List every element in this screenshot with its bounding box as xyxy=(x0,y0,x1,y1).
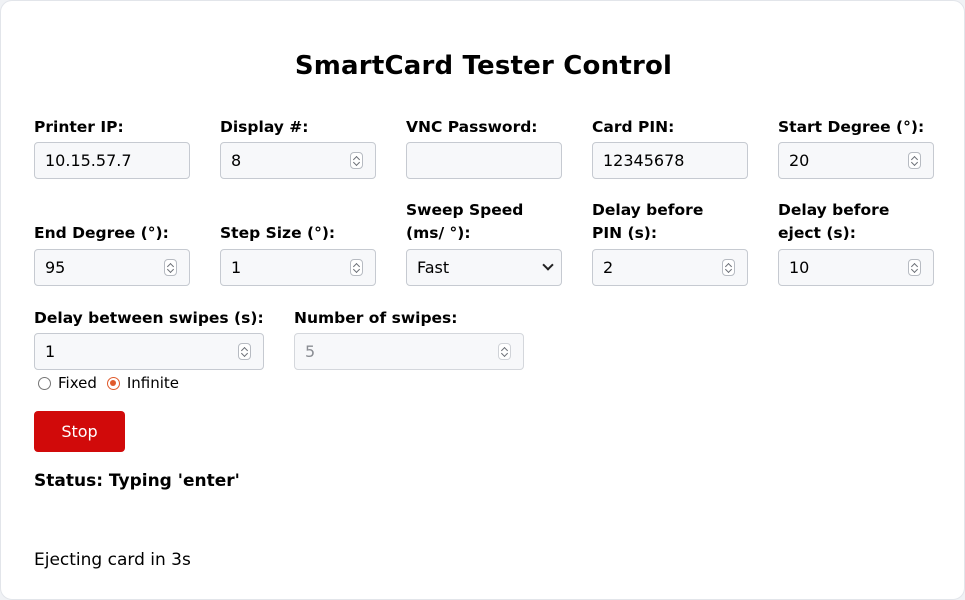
display-number-value: 8 xyxy=(231,151,242,170)
card-pin-label: Card PIN: xyxy=(592,118,675,136)
start-degree-label: Start Degree (°): xyxy=(778,118,925,136)
sweep-speed-label: Sweep Speed (ms/ °): xyxy=(406,201,524,242)
delay-before-pin-input[interactable]: 2 xyxy=(592,249,748,286)
page-title: SmartCard Tester Control xyxy=(294,51,673,81)
step-size-input[interactable]: 1 xyxy=(220,249,376,286)
card-pin-input[interactable]: 12345678 xyxy=(592,142,748,179)
printer-ip-input[interactable]: 10.15.57.7 xyxy=(34,142,190,179)
printer-ip-value: 10.15.57.7 xyxy=(45,151,132,170)
spinner-icon[interactable] xyxy=(908,259,921,276)
number-of-swipes-label-wrap: Number of swipes: xyxy=(294,304,524,330)
radio-fixed-label[interactable]: Fixed xyxy=(58,374,97,392)
chevron-down-icon xyxy=(542,259,554,271)
spinner-icon[interactable] xyxy=(350,259,363,276)
delay-between-swipes-label-wrap: Delay between swipes (s): xyxy=(34,304,274,330)
sweep-speed-label-wrap: Sweep Speed (ms/ °): xyxy=(406,197,562,245)
delay-before-eject-label-wrap: Delay before eject (s): xyxy=(778,197,898,245)
step-size-value: 1 xyxy=(231,258,242,277)
step-size-label-wrap: Step Size (°): xyxy=(220,197,376,245)
spinner-icon[interactable] xyxy=(164,259,177,276)
display-label: Display #: xyxy=(220,118,309,136)
vnc-password-label: VNC Password: xyxy=(406,118,538,136)
start-degree-label-wrap: Start Degree (°): xyxy=(778,113,934,139)
number-of-swipes-value: 5 xyxy=(305,342,316,361)
card-pin-value: 12345678 xyxy=(603,151,685,170)
spinner-icon[interactable] xyxy=(350,152,363,169)
printer-ip-label: Printer IP: xyxy=(34,118,124,136)
vnc-password-label-wrap: VNC Password: xyxy=(406,113,562,139)
vnc-password-input[interactable] xyxy=(406,142,562,179)
spinner-icon[interactable] xyxy=(498,343,511,360)
sweep-speed-select[interactable]: Fast xyxy=(406,249,562,286)
spinner-icon[interactable] xyxy=(722,259,735,276)
sweep-speed-value: Fast xyxy=(417,258,450,277)
spinner-icon[interactable] xyxy=(238,343,251,360)
delay-between-swipes-label: Delay between swipes (s): xyxy=(34,309,264,327)
printer-ip-label-wrap: Printer IP: xyxy=(34,113,190,139)
delay-before-eject-label: Delay before eject (s): xyxy=(778,201,890,242)
delay-before-eject-value: 10 xyxy=(789,258,810,277)
radio-infinite[interactable] xyxy=(106,376,120,390)
end-degree-value: 95 xyxy=(45,258,66,277)
status-message: Ejecting card in 3s xyxy=(34,550,191,570)
delay-before-pin-label-wrap: Delay before PIN (s): xyxy=(592,197,712,245)
swipe-mode-radio-group: Fixed Infinite xyxy=(38,373,179,393)
display-label-wrap: Display #: xyxy=(220,113,376,139)
start-degree-input[interactable]: 20 xyxy=(778,142,934,179)
start-degree-value: 20 xyxy=(789,151,810,170)
end-degree-label-wrap: End Degree (°): xyxy=(34,197,190,245)
card-pin-label-wrap: Card PIN: xyxy=(592,113,748,139)
control-panel: SmartCard Tester Control Printer IP: Dis… xyxy=(0,0,965,600)
radio-fixed[interactable] xyxy=(38,376,51,390)
end-degree-label: End Degree (°): xyxy=(34,224,169,242)
status-text: Status: Typing 'enter' xyxy=(34,471,240,491)
number-of-swipes-input[interactable]: 5 xyxy=(294,333,524,370)
delay-before-pin-value: 2 xyxy=(603,258,614,277)
step-size-label: Step Size (°): xyxy=(220,224,336,242)
delay-between-swipes-value: 1 xyxy=(45,342,56,361)
end-degree-input[interactable]: 95 xyxy=(34,249,190,286)
delay-before-eject-input[interactable]: 10 xyxy=(778,249,934,286)
spinner-icon[interactable] xyxy=(908,152,921,169)
delay-before-pin-label: Delay before PIN (s): xyxy=(592,201,704,242)
radio-infinite-label[interactable]: Infinite xyxy=(127,374,179,392)
stop-button[interactable]: Stop xyxy=(34,411,125,452)
delay-between-swipes-input[interactable]: 1 xyxy=(34,333,264,370)
number-of-swipes-label: Number of swipes: xyxy=(294,309,458,327)
display-number-input[interactable]: 8 xyxy=(220,142,376,179)
